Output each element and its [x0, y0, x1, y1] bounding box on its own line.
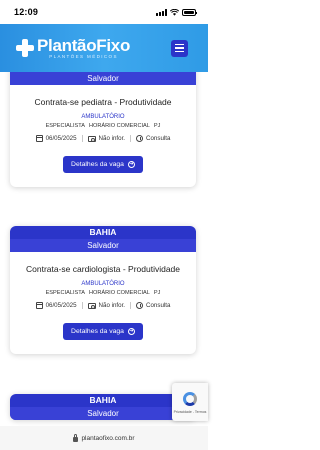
details-button-label: Detalhes da vaga [71, 328, 124, 335]
job-card: BAHIA Salvador [10, 394, 196, 420]
job-meta: 06/05/2025 Não infor. Consulta [16, 135, 190, 142]
money-icon [87, 135, 96, 142]
status-time: 12:09 [14, 7, 39, 17]
details-button[interactable]: Detalhes da vaga ➜ [63, 156, 143, 173]
card-city: Salvador [10, 239, 196, 252]
job-date: 06/05/2025 [45, 135, 77, 142]
arrow-right-circle-icon: ➜ [127, 328, 135, 335]
job-tags: ESPECIALISTA HORÁRIO COMERCIAL PJ [16, 123, 190, 129]
recaptcha-icon [182, 391, 198, 407]
logo[interactable]: PlantãoFixo PLANTÕES MÉDICOS [16, 37, 130, 60]
details-button-label: Detalhes da vaga [71, 161, 124, 168]
job-mode: Consulta [146, 135, 171, 142]
job-list: Salvador Contrata-se pediatra - Produtiv… [0, 72, 208, 426]
job-title: Contrata-se pediatra - Produtividade [34, 97, 172, 107]
card-city: Salvador [10, 407, 196, 420]
job-tag: ESPECIALISTA [45, 123, 85, 129]
status-icons [156, 8, 197, 16]
card-state: BAHIA [89, 227, 117, 237]
status-bar: 12:09 [0, 0, 208, 24]
hamburger-icon [175, 43, 184, 46]
card-city: Salvador [10, 72, 196, 85]
job-tags: ESPECIALISTA HORÁRIO COMERCIAL PJ [16, 290, 190, 296]
money-icon [87, 302, 96, 309]
clock-icon [136, 302, 144, 309]
job-tag: HORÁRIO COMERCIAL [88, 290, 150, 296]
menu-button[interactable] [171, 39, 188, 57]
details-button[interactable]: Detalhes da vaga ➜ [63, 323, 143, 340]
lock-icon [73, 433, 79, 442]
site-header: PlantãoFixo PLANTÕES MÉDICOS [0, 24, 208, 72]
arrow-right-circle-icon: ➜ [127, 161, 135, 168]
calendar-icon [35, 135, 43, 142]
recaptcha-badge[interactable]: Privacidade - Termos [172, 383, 208, 421]
job-tag: PJ [153, 290, 161, 296]
job-tag: ESPECIALISTA [45, 290, 85, 296]
card-state: BAHIA [89, 395, 117, 405]
job-type: AMBULATÓRIO [81, 281, 125, 287]
logo-name: PlantãoFixo [37, 35, 131, 55]
calendar-icon [35, 302, 43, 309]
job-date: 06/05/2025 [45, 302, 77, 309]
cross-logo-icon [16, 39, 34, 57]
job-title: Contrata-se cardiologista - Produtividad… [25, 264, 181, 274]
job-meta: 06/05/2025 Não infor. Consulta [16, 302, 190, 309]
recaptcha-text[interactable]: Privacidade - Termos [174, 410, 207, 414]
signal-icon [156, 8, 167, 16]
job-tag: HORÁRIO COMERCIAL [88, 123, 150, 129]
wifi-icon [170, 8, 179, 16]
logo-tagline: PLANTÕES MÉDICOS [49, 53, 118, 59]
job-mode: Consulta [146, 302, 171, 309]
clock-icon [136, 135, 144, 142]
url-text[interactable]: plantaofixo.com.br [81, 435, 134, 442]
job-card: Salvador Contrata-se pediatra - Produtiv… [10, 72, 196, 187]
job-type: AMBULATÓRIO [81, 114, 125, 120]
battery-icon [182, 8, 197, 16]
job-pay: Não infor. [98, 135, 126, 142]
job-tag: PJ [153, 123, 161, 129]
job-card: BAHIA Salvador Contrata-se cardiologista… [10, 226, 196, 354]
job-pay: Não infor. [98, 302, 126, 309]
browser-url-bar[interactable]: plantaofixo.com.br [0, 426, 208, 450]
